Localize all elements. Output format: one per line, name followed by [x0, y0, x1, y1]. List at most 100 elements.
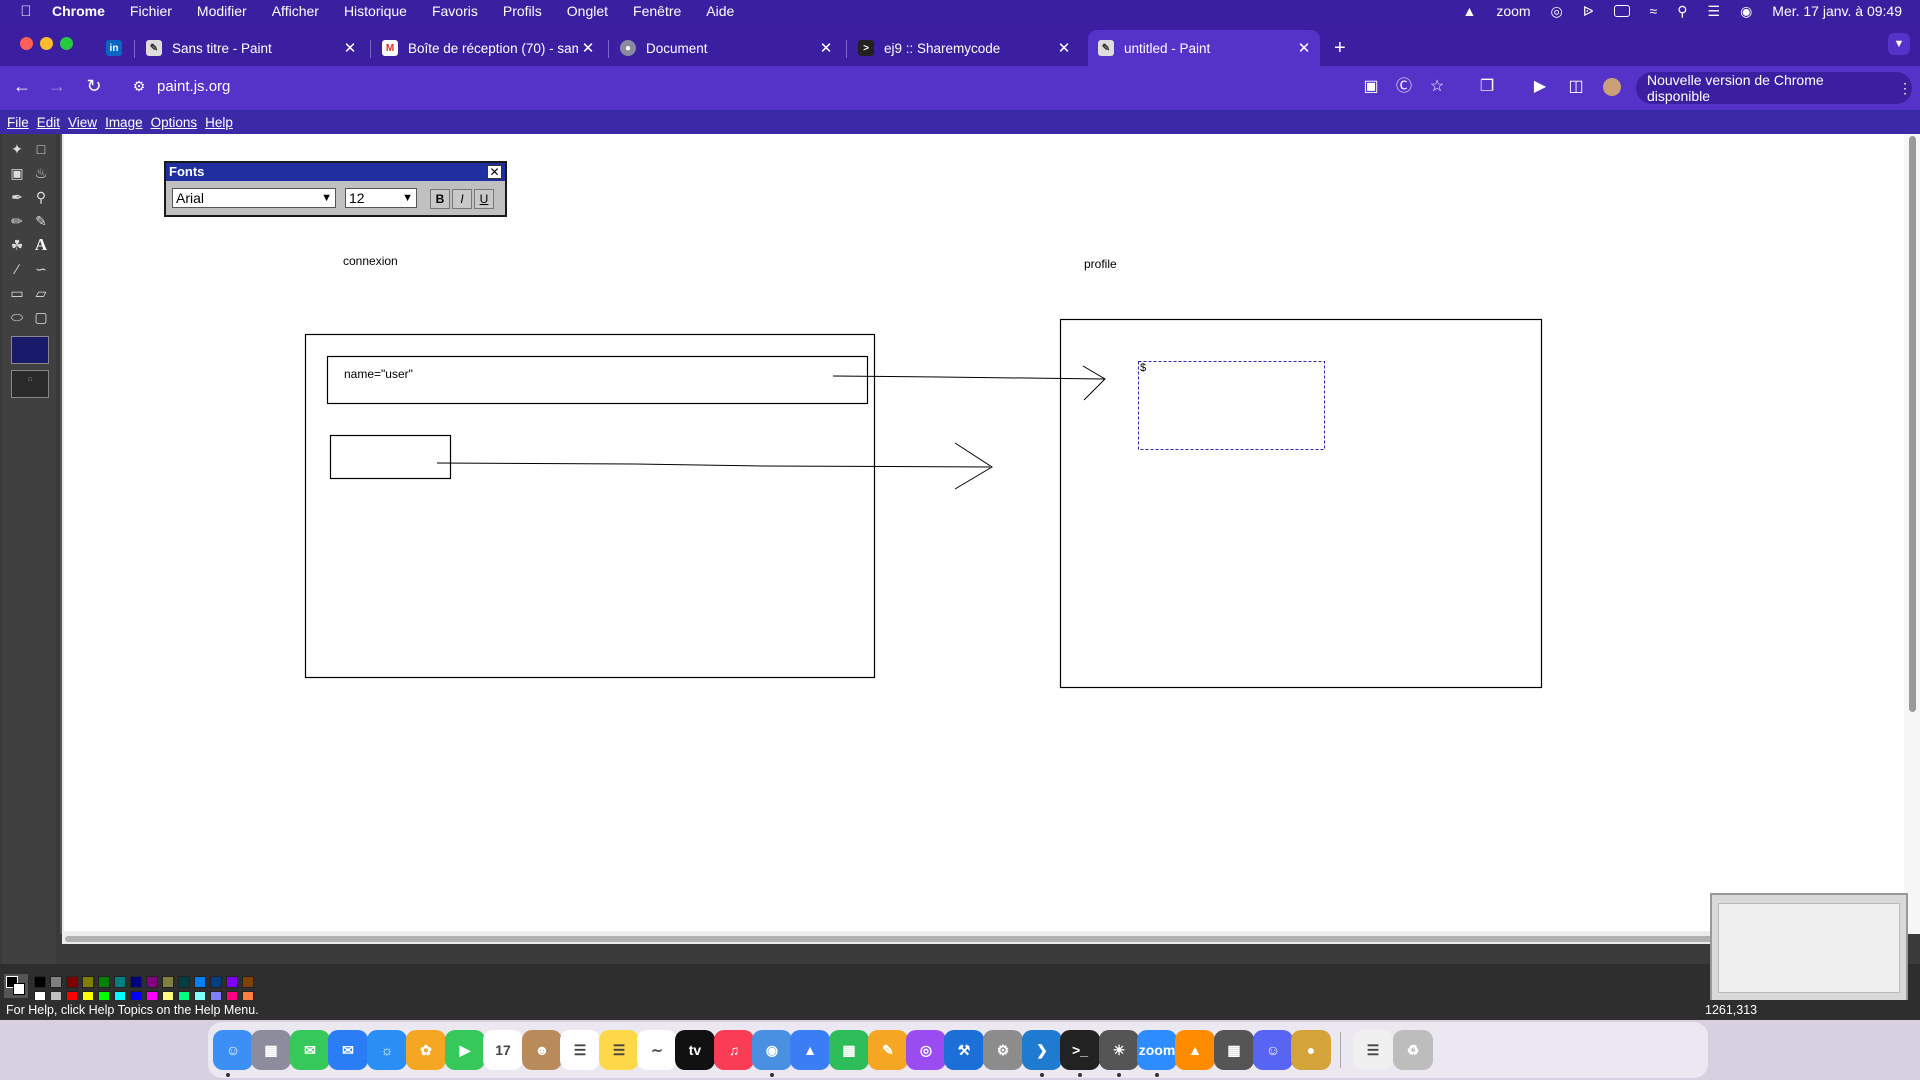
scroll-thumb[interactable]: [65, 936, 1901, 942]
font-size-select[interactable]: 12 ▼: [345, 188, 417, 208]
color-swatch[interactable]: [178, 976, 190, 988]
apple-icon[interactable]: : [0, 3, 52, 20]
contacts-icon[interactable]: ☻: [522, 1030, 562, 1070]
eraser-icon[interactable]: ▣: [6, 162, 28, 184]
menu-favoris[interactable]: Favoris: [432, 3, 478, 19]
close-tab-icon[interactable]: ✕: [340, 39, 360, 57]
facetime-icon[interactable]: ▶: [445, 1030, 485, 1070]
podcasts-icon[interactable]: ◎: [906, 1030, 946, 1070]
menu-afficher[interactable]: Afficher: [272, 3, 319, 19]
bookmark-star-icon[interactable]: ☆: [1428, 78, 1446, 96]
vscode-icon[interactable]: ❯: [1022, 1030, 1062, 1070]
vlc-status-icon[interactable]: ▲: [1462, 3, 1476, 19]
magnifier-icon[interactable]: ⚲: [30, 186, 52, 208]
rounded-rect-icon[interactable]: ▢: [30, 306, 52, 328]
current-colors[interactable]: [4, 974, 28, 998]
vlc-icon[interactable]: ▲: [1175, 1030, 1215, 1070]
messages-icon[interactable]: ✉: [290, 1030, 330, 1070]
terminal-icon[interactable]: >_: [1060, 1030, 1100, 1070]
system-settings-icon[interactable]: ⚙: [983, 1030, 1023, 1070]
curve-icon[interactable]: ∽: [30, 258, 52, 280]
airbrush-icon[interactable]: ☘: [6, 234, 28, 256]
color-swatch[interactable]: [194, 976, 206, 988]
zoom-icon[interactable]: zoom: [1137, 1030, 1177, 1070]
menu-fichier[interactable]: Fichier: [130, 3, 172, 19]
clock-datetime[interactable]: Mer. 17 janv. à 09:49: [1772, 3, 1902, 19]
calculator-icon[interactable]: ▦: [1214, 1030, 1254, 1070]
finder-icon[interactable]: ☺: [213, 1030, 253, 1070]
music-icon[interactable]: ♫: [714, 1030, 754, 1070]
safari-icon[interactable]: ☼: [367, 1030, 407, 1070]
color-swatch[interactable]: [242, 976, 254, 988]
tab-untitled-paint[interactable]: ✎ untitled - Paint ✕: [1088, 30, 1320, 66]
chrome-update-button[interactable]: Nouvelle version de Chrome disponible ⋮: [1636, 72, 1912, 104]
freeform-icon[interactable]: ∼: [637, 1030, 677, 1070]
color-picker-icon[interactable]: ✒: [6, 186, 28, 208]
rect-select-icon[interactable]: □: [30, 138, 52, 160]
chrome-icon[interactable]: ◉: [752, 1030, 792, 1070]
close-icon[interactable]: ✕: [487, 165, 502, 179]
menu-app-name[interactable]: Chrome: [52, 3, 105, 19]
menu-aide[interactable]: Aide: [706, 3, 734, 19]
back-arrow-icon[interactable]: ←: [10, 76, 34, 97]
tab-sharemycode[interactable]: > ej9 :: Sharemycode ✕: [848, 30, 1080, 66]
color-swatch[interactable]: [146, 976, 158, 988]
tab-linkedin[interactable]: in: [96, 30, 126, 66]
menu-onglet[interactable]: Onglet: [567, 3, 608, 19]
paint-menu-edit[interactable]: Edit: [37, 115, 60, 130]
transparent-option-icon[interactable]: □: [11, 370, 49, 398]
paint-menu-file[interactable]: File: [7, 115, 29, 130]
paint-menu-view[interactable]: View: [68, 115, 97, 130]
close-tab-icon[interactable]: ✕: [578, 39, 598, 57]
color-swatch[interactable]: [226, 976, 238, 988]
close-tab-icon[interactable]: ✕: [1294, 39, 1314, 57]
profile-avatar[interactable]: [1603, 78, 1621, 96]
vertical-scrollbar[interactable]: [1904, 134, 1920, 934]
bluetooth-icon[interactable]: ᐉ: [1583, 3, 1594, 20]
control-center-icon[interactable]: ☰: [1708, 3, 1721, 20]
fill-bucket-icon[interactable]: ♨: [30, 162, 52, 184]
spotlight-search-icon[interactable]: ⚲: [1677, 3, 1687, 20]
apple-tv-icon[interactable]: tv: [675, 1030, 715, 1070]
polygon-icon[interactable]: ▱: [30, 282, 52, 304]
menu-fenetre[interactable]: Fenêtre: [633, 3, 681, 19]
paint-menu-options[interactable]: Options: [151, 115, 198, 130]
cast-icon[interactable]: ▣: [1362, 78, 1380, 96]
free-form-select-icon[interactable]: ✦: [6, 138, 28, 160]
bold-button[interactable]: B: [430, 189, 450, 209]
text-tool-icon[interactable]: A: [30, 234, 52, 256]
xcode-icon[interactable]: ⚒: [944, 1030, 984, 1070]
menu-historique[interactable]: Historique: [344, 3, 407, 19]
color-swatch[interactable]: [82, 976, 94, 988]
paint-menu-image[interactable]: Image: [105, 115, 143, 130]
mail-icon[interactable]: ✉: [328, 1030, 368, 1070]
trash-icon[interactable]: ♻: [1393, 1030, 1433, 1070]
extensions-icon[interactable]: ❐: [1478, 78, 1496, 96]
canvas-minimap[interactable]: [1710, 893, 1908, 1008]
calendar-icon[interactable]: 17: [483, 1030, 523, 1070]
color-swatch[interactable]: [50, 976, 62, 988]
tab-document[interactable]: ● Document ✕: [610, 30, 842, 66]
color-swatch[interactable]: [114, 976, 126, 988]
fonts-window-title[interactable]: Fonts: [166, 163, 505, 181]
color-swatch[interactable]: [162, 976, 174, 988]
zoom-status-label[interactable]: zoom: [1496, 3, 1530, 19]
discord-icon[interactable]: ☺: [1253, 1030, 1293, 1070]
site-info-icon[interactable]: ⚙: [127, 78, 151, 95]
opaque-option-icon[interactable]: [11, 336, 49, 364]
close-tab-icon[interactable]: ✕: [816, 39, 836, 57]
tab-sans-titre-paint[interactable]: ✎ Sans titre - Paint ✕: [136, 30, 366, 66]
color-swatch[interactable]: [34, 976, 46, 988]
mamp-icon[interactable]: ☀: [1099, 1030, 1139, 1070]
scroll-thumb[interactable]: [1909, 136, 1916, 712]
photos-icon[interactable]: ✿: [406, 1030, 446, 1070]
minimize-window-button[interactable]: [40, 37, 53, 50]
creative-cloud-icon[interactable]: ◎: [1551, 3, 1563, 20]
numbers-icon[interactable]: ▦: [829, 1030, 869, 1070]
reload-icon[interactable]: ↻: [82, 76, 106, 97]
siri-icon[interactable]: ◉: [1740, 3, 1752, 20]
launchpad-icon[interactable]: ▦: [251, 1030, 291, 1070]
close-tab-icon[interactable]: ✕: [1054, 39, 1074, 57]
menu-profils[interactable]: Profils: [503, 3, 542, 19]
pages-icon[interactable]: ✎: [868, 1030, 908, 1070]
